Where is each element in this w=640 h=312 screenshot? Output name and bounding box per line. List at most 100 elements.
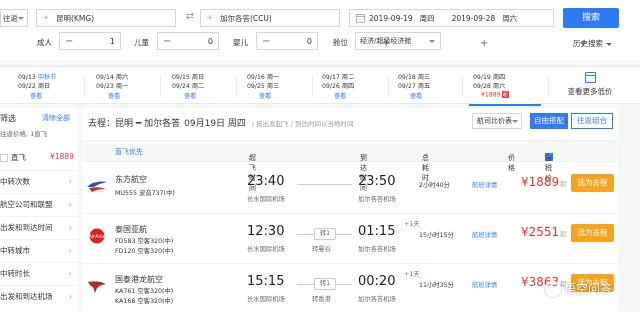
filter-airports[interactable]: 出发和到达机场 › <box>0 285 78 308</box>
adult-stepper[interactable]: − 1 + <box>59 32 390 50</box>
transfer-badge: 转1 <box>314 228 336 240</box>
view-link[interactable]: 查看 <box>108 91 120 100</box>
airasia-logo-icon: AirAsia <box>88 228 106 244</box>
lowest-price: ¥1889 <box>481 91 501 99</box>
infant-label: 婴儿 <box>233 38 248 47</box>
route-date: 09月19日 周四 <box>184 119 246 129</box>
depart-airport: 长水国际机场 <box>247 246 285 253</box>
depart-weekday: 周四 <box>419 13 435 23</box>
trip-type-select[interactable]: 往返 <box>0 9 28 27</box>
filter-times[interactable]: 出发和到达时间 › <box>0 216 78 239</box>
flight-row[interactable]: 国泰港龙航空 KA761 空客320(中) KA168 空客320(中) 15:… <box>82 264 618 312</box>
weekday: 周一 <box>266 74 280 81</box>
adult-count: 1 <box>109 36 115 46</box>
weekday: 周四 <box>341 83 355 90</box>
select-outbound-button[interactable]: 选为去程 <box>571 224 614 242</box>
flight-row[interactable]: AirAsia 泰国亚航 FD583 空客320(中) FD120 空客320(… <box>82 214 618 264</box>
to-city-value: 加尔各答(CCU) <box>220 13 272 23</box>
sort-select[interactable]: 航司比价表 <box>472 113 522 129</box>
sort-direct-first[interactable]: 直飞优先 <box>115 147 143 157</box>
duration: 2小时40分 <box>419 182 450 189</box>
infant-count: 0 <box>306 36 312 46</box>
infant-stepper[interactable]: − 0 + <box>256 32 587 50</box>
view-link[interactable]: 查看 <box>259 91 271 100</box>
depart-date: 2019-09-19 <box>369 13 413 23</box>
flight-number: KA761 空客320(中) <box>115 288 174 295</box>
filter-airline[interactable]: 航空公司和联盟 › <box>0 193 78 216</box>
plus-icon[interactable]: + <box>480 38 488 49</box>
select-outbound-button[interactable]: 选为去程 <box>571 174 614 192</box>
return-weekday: 周六 <box>502 13 518 23</box>
date-range-input[interactable]: 2019-09-19 周四 2019-09-28 周六 <box>349 9 554 27</box>
tab-free-combo[interactable]: 自由搭配 <box>530 113 568 129</box>
return-date: 09/24 <box>172 83 190 90</box>
route-title: 去程：昆明 ━ 加尔各答 09月19日 周四 / 按出发起飞 / 到达时间以当地时间 <box>88 116 354 129</box>
direct-checkbox[interactable]: 直飞 <box>0 152 26 163</box>
flight-detail-link[interactable]: 航班详情 <box>472 230 497 239</box>
date-cell[interactable]: 09/16 周一 09/25 周三 查看 <box>247 67 307 105</box>
price-suffix: 起 <box>560 181 567 188</box>
depart-date: 09/17 <box>322 74 340 81</box>
from-city-value: 昆明(KMG) <box>56 13 95 23</box>
date-cell-selected[interactable]: 09/19 周四 09/28 周六 ¥1889 起 <box>469 67 541 106</box>
minus-icon[interactable]: − <box>65 36 73 47</box>
filter-label: 出发和到达时间 <box>0 223 53 232</box>
depart-airport: 长水国际机场 <box>247 196 285 203</box>
minus-icon[interactable]: − <box>163 36 171 47</box>
arrive-time: 23:50 <box>358 174 396 189</box>
chevron-down-icon <box>606 42 612 46</box>
weekday: 周六 <box>115 74 129 81</box>
return-date: 09/26 <box>322 83 340 90</box>
date-cell[interactable]: 09/14 周六 09/23 周一 查看 <box>96 67 156 105</box>
arrive-airport: 加尔各答机场 <box>358 196 396 203</box>
flight-number: KA168 空客320(中) <box>115 298 174 305</box>
swap-cities-icon[interactable]: ⇄ <box>183 10 197 24</box>
more-low-prices-button[interactable]: 查看更多低价 <box>558 70 622 102</box>
view-link[interactable]: 查看 <box>410 91 422 100</box>
depart-date: 09/18 <box>398 74 416 81</box>
clear-all-link[interactable]: 清除全部 <box>42 113 70 123</box>
flight-row[interactable]: 东方航空 MU555 波音737(中) 23:40 长水国际机场 23:50 加… <box>82 164 618 214</box>
watermark-text: 悟空问答 <box>564 282 613 296</box>
filter-transfer-count[interactable]: 中转次数 › <box>0 170 78 193</box>
date-cell[interactable]: 09/15 周日 09/24 周二 查看 <box>172 67 232 105</box>
watermark-logo-icon <box>545 280 561 297</box>
search-button[interactable]: 搜索 <box>563 8 619 28</box>
takeoff-icon: ✈ <box>43 14 49 22</box>
history-search-dropdown[interactable]: 历史搜索 <box>573 38 612 49</box>
svg-text:AirAsia: AirAsia <box>88 234 105 240</box>
to-city-input[interactable]: ✈ 加尔各答(CCU) <box>200 9 340 27</box>
chevron-right-icon: › <box>68 292 72 301</box>
filter-title: 筛选 <box>0 114 16 123</box>
flight-detail-link[interactable]: 航班详情 <box>472 280 497 289</box>
minus-icon[interactable]: − <box>262 36 270 47</box>
date-cell[interactable]: 09/18 周三 09/27 周五 查看 <box>398 67 458 105</box>
divider <box>388 75 389 97</box>
view-link[interactable]: 查看 <box>184 91 196 100</box>
chevron-right-icon: › <box>68 223 72 232</box>
tab-roundtrip-combo[interactable]: 往返组合 <box>571 113 613 129</box>
airline-name: 东方航空 <box>115 175 147 184</box>
from-city-input[interactable]: ✈ 昆明(KMG) <box>36 9 176 27</box>
weekday: 周日 <box>191 74 205 81</box>
weekday: 周六 <box>492 83 506 90</box>
price: ¥1889起 <box>521 175 566 189</box>
return-date: 09/27 <box>398 83 416 90</box>
view-link[interactable]: 查看 <box>334 91 346 100</box>
weekday: 周一 <box>115 83 129 90</box>
calendar-icon <box>584 72 596 83</box>
sort-icon: ⇅ <box>510 153 516 160</box>
filter-label: 中转时长 <box>0 269 30 278</box>
flight-number: MU555 波音737(中) <box>115 190 175 197</box>
date-cell[interactable]: 09/13 中秋节 09/22 周日 查看 <box>18 67 74 105</box>
filter-transfer-duration[interactable]: 中转时长 › <box>0 262 78 285</box>
view-link[interactable]: 查看 <box>30 91 42 100</box>
flight-detail-link[interactable]: 航班详情 <box>472 180 497 189</box>
more-low-prices-label: 查看更多低价 <box>567 87 613 96</box>
child-stepper[interactable]: − 0 + <box>157 32 488 50</box>
cabin-select[interactable]: 经济/超级经济舱 <box>355 32 441 50</box>
filter-transfer-city[interactable]: 中转城市 › <box>0 239 78 262</box>
holiday-label: 中秋节 <box>37 74 57 81</box>
airline-name: 泰国亚航 <box>115 225 147 234</box>
date-cell[interactable]: 09/17 周二 09/26 周四 查看 <box>322 67 382 105</box>
